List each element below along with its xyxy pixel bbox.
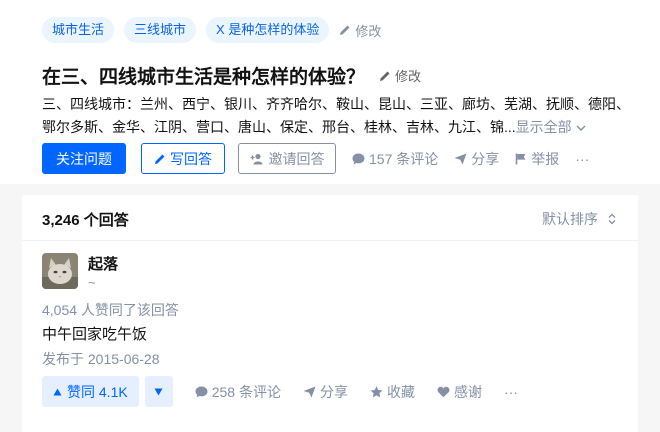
share-icon [303, 386, 316, 397]
chevron-down-icon [576, 125, 586, 131]
downvote-button[interactable] [144, 376, 173, 407]
question-detail: 三、四线城市：兰州、西宁、银川、齐齐哈尔、鞍山、昆山、三亚、廊坊、芜湖、抚顺、德… [42, 93, 642, 139]
topic-list: 城市生活 三线城市 X 是种怎样的体验 修改 [42, 17, 381, 43]
topic-tag[interactable]: 三线城市 [124, 17, 197, 43]
topic-tag[interactable]: 城市生活 [42, 17, 115, 43]
triangle-up-icon [53, 388, 62, 395]
sort-dropdown[interactable]: 默认排序 [542, 209, 616, 229]
write-answer-label: 写回答 [170, 150, 212, 167]
sort-arrows-icon [608, 213, 616, 225]
collect-label: 收藏 [386, 383, 415, 400]
answer-content: 中午回家吃午饭 [42, 326, 148, 343]
report-button[interactable]: 举报 [515, 149, 559, 169]
share-icon [454, 153, 467, 164]
publish-date[interactable]: 发布于 2015-06-28 [42, 349, 160, 369]
heart-icon [437, 386, 450, 397]
write-answer-button[interactable]: 写回答 [141, 143, 225, 174]
more-button[interactable]: ··· [575, 151, 589, 167]
share-button[interactable]: 分享 [454, 149, 499, 169]
comments-button[interactable]: 157 条评论 [352, 149, 438, 169]
triangle-down-icon [154, 388, 163, 395]
edit-label: 修改 [355, 23, 382, 39]
answer-share-label: 分享 [319, 383, 348, 400]
follow-question-button[interactable]: 关注问题 [42, 143, 126, 174]
question-title: 在三、四线城市生活是种怎样的体验？ 修改 [42, 62, 421, 89]
answers-header: 3,246 个回答 默认排序 [22, 195, 638, 241]
answers-panel: 3,246 个回答 默认排序 起落 ~ 4,054 人赞同了该回答 中午回家吃午… [22, 195, 638, 432]
collect-button[interactable]: 收藏 [370, 382, 415, 402]
star-icon [370, 385, 383, 397]
sort-label: 默认排序 [542, 211, 598, 227]
voter-count[interactable]: 4,054 人赞同了该回答 [42, 300, 179, 320]
author-headline: ~ [88, 275, 96, 290]
pencil-icon [155, 154, 165, 164]
edit-question-button[interactable]: 修改 [379, 66, 421, 85]
report-label: 举报 [531, 150, 560, 167]
comment-bubble-icon [195, 386, 208, 397]
topic-tag[interactable]: X 是种怎样的体验 [206, 17, 330, 43]
pencil-icon [340, 25, 350, 35]
comment-bubble-icon [352, 153, 365, 164]
question-actions: 关注问题 写回答 邀请回答 157 条评论 分享 举报 ··· [42, 143, 589, 174]
show-all-label: 显示全部 [515, 119, 572, 135]
pencil-icon [380, 71, 390, 81]
avatar[interactable] [42, 253, 78, 289]
upvote-button[interactable]: 赞同 4.1K [42, 376, 139, 407]
add-user-icon [250, 153, 262, 164]
answer-comments-label: 258 条评论 [211, 383, 281, 400]
answer-count: 3,246 个回答 [42, 212, 129, 229]
invite-answer-label: 邀请回答 [268, 150, 325, 167]
question-title-text: 在三、四线城市生活是种怎样的体验？ [42, 67, 366, 88]
thanks-button[interactable]: 感谢 [437, 382, 482, 402]
upvote-label: 赞同 4.1K [67, 383, 128, 400]
thanks-label: 感谢 [453, 383, 482, 400]
edit-topics-button[interactable]: 修改 [339, 21, 381, 40]
answer-actions: 赞同 4.1K 258 条评论 分享 收藏 感谢 ··· [42, 376, 518, 407]
comments-label: 157 条评论 [369, 150, 439, 167]
author-name[interactable]: 起落 [88, 253, 118, 274]
answer-comments-button[interactable]: 258 条评论 [195, 382, 281, 402]
show-all-button[interactable]: 显示全部 [516, 119, 586, 135]
edit-label: 修改 [395, 69, 422, 84]
flag-icon [515, 153, 526, 164]
answer-more-button[interactable]: ··· [504, 384, 518, 400]
share-label: 分享 [471, 150, 500, 167]
invite-answer-button[interactable]: 邀请回答 [238, 143, 336, 174]
answer-share-button[interactable]: 分享 [303, 382, 348, 402]
question-header: 城市生活 三线城市 X 是种怎样的体验 修改 在三、四线城市生活是种怎样的体验？… [0, 0, 660, 184]
cat-avatar-image [42, 253, 78, 289]
